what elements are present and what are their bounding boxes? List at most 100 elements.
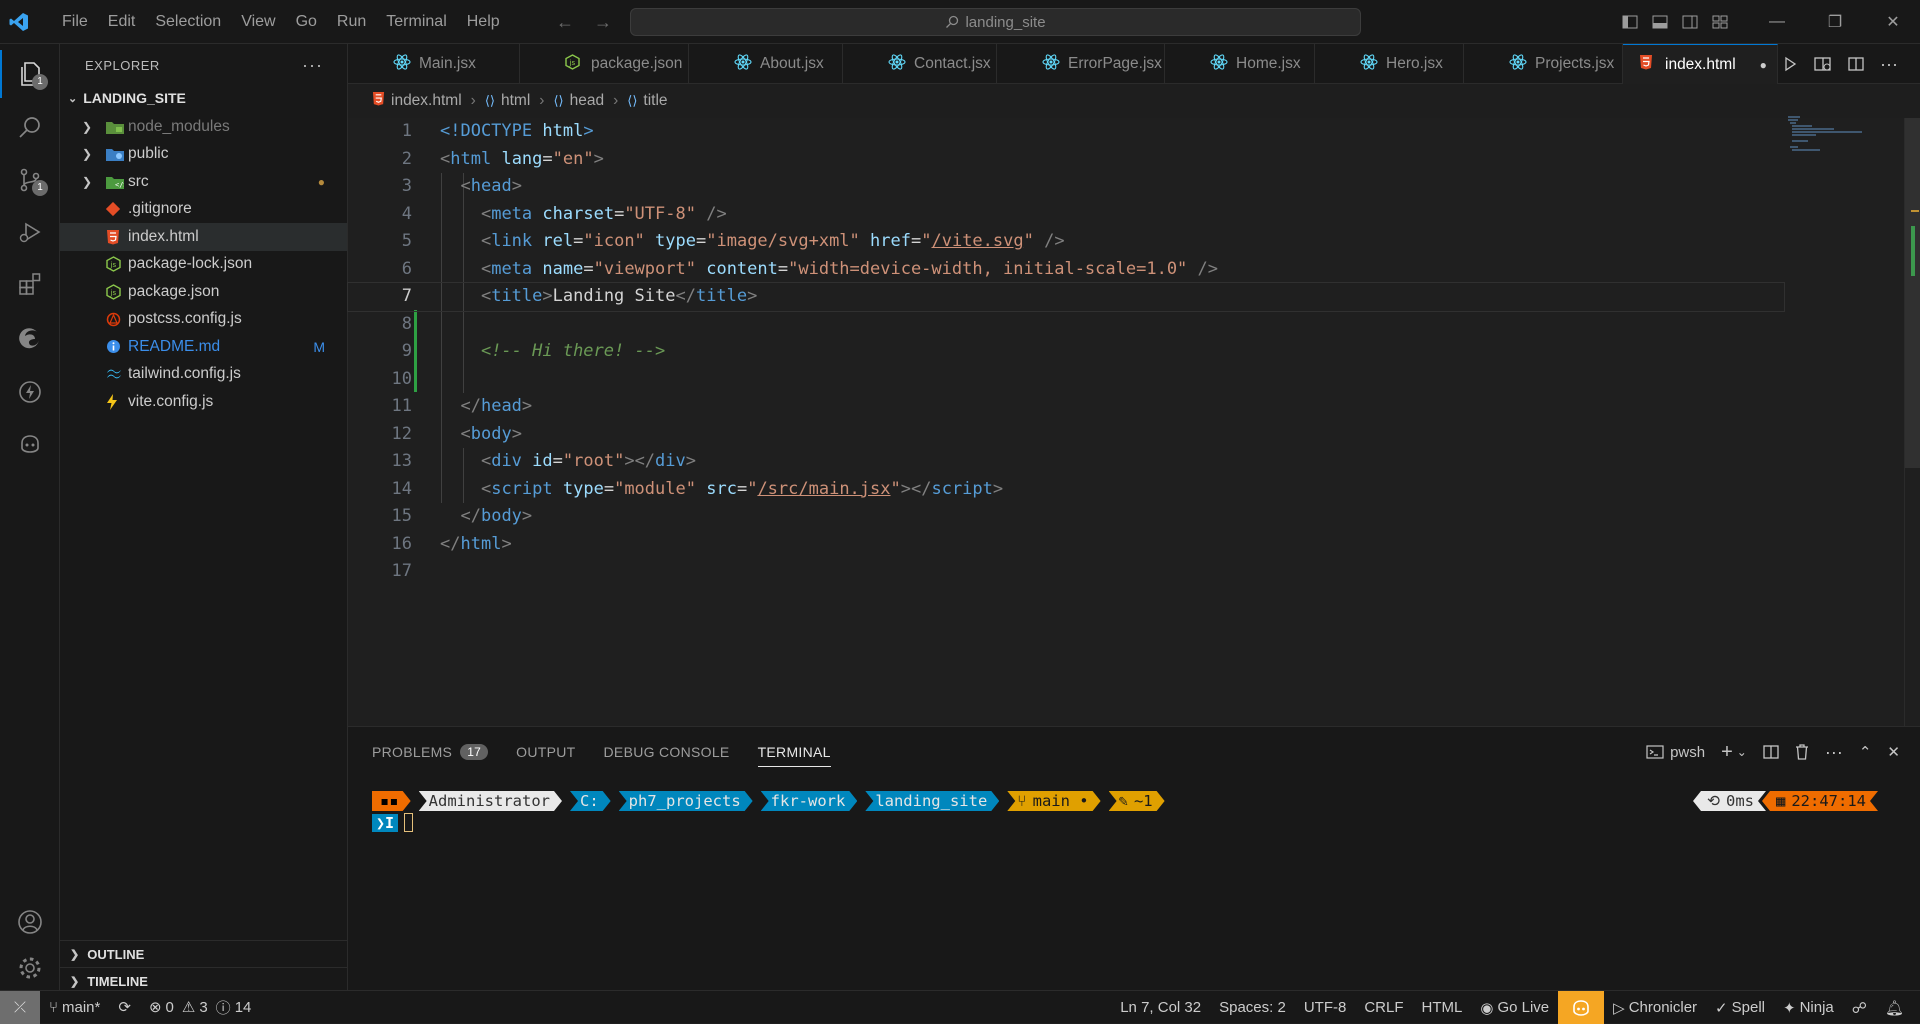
minimap[interactable] xyxy=(1786,114,1868,154)
feedback-icon[interactable]: ☍ xyxy=(1843,991,1876,1024)
unsaved-dot[interactable]: ● xyxy=(1760,58,1767,72)
tree-item-public[interactable]: ❯ public xyxy=(60,141,347,169)
minimize-icon[interactable]: — xyxy=(1748,13,1806,31)
close-panel-icon[interactable]: ✕ xyxy=(1887,743,1900,761)
tab-index-html[interactable]: index.html ● xyxy=(1623,44,1778,84)
tab-terminal[interactable]: TERMINAL xyxy=(757,727,831,777)
notifications-bell-icon[interactable]: 🔔︎ xyxy=(1876,991,1920,1024)
tab-hero-jsx[interactable]: Hero.jsx xyxy=(1315,44,1464,84)
menu-selection[interactable]: Selection xyxy=(145,0,231,44)
terminal-shell-selector[interactable]: pwsh xyxy=(1646,744,1705,761)
breadcrumb-head[interactable]: head xyxy=(570,92,604,110)
tree-item-gitignore[interactable]: .gitignore xyxy=(60,196,347,224)
menu-go[interactable]: Go xyxy=(286,0,327,44)
status-spell[interactable]: ✓ Spell xyxy=(1706,991,1774,1024)
extensions-activity-icon[interactable] xyxy=(0,260,60,308)
accounts-icon[interactable] xyxy=(0,898,60,946)
copilot-icon[interactable] xyxy=(1558,991,1605,1024)
run-debug-activity-icon[interactable] xyxy=(0,208,60,256)
toggle-secondary-sidebar-icon[interactable] xyxy=(1682,14,1698,30)
tab-package-json[interactable]: js package.json xyxy=(520,44,689,84)
tab-projects-jsx[interactable]: Projects.jsx xyxy=(1464,44,1623,84)
split-terminal-icon[interactable] xyxy=(1763,744,1779,760)
sync-icon[interactable]: ⟳ xyxy=(109,991,140,1024)
status-problems[interactable]: ⊗ 0 ⚠ 3 ⓘ 14 xyxy=(140,991,260,1024)
toggle-primary-sidebar-icon[interactable] xyxy=(1622,14,1638,30)
status-encoding[interactable]: UTF-8 xyxy=(1295,991,1356,1024)
restore-icon[interactable]: ❐ xyxy=(1806,12,1864,32)
tab-contact-jsx[interactable]: Contact.jsx xyxy=(843,44,997,84)
edge-devtools-activity-icon[interactable] xyxy=(0,314,60,362)
tab-home-jsx[interactable]: Home.jsx xyxy=(1165,44,1315,84)
run-icon[interactable] xyxy=(1782,56,1798,72)
close-window-icon[interactable]: ✕ xyxy=(1864,12,1920,32)
scroll-thumb[interactable] xyxy=(1905,118,1920,468)
tab-debug-console[interactable]: DEBUG CONSOLE xyxy=(604,727,730,777)
remote-indicator-icon[interactable]: ⤫ xyxy=(0,990,40,1024)
breadcrumb-html[interactable]: html xyxy=(501,92,530,110)
tree-item-readme[interactable]: README.md M xyxy=(60,333,347,361)
tab-about-jsx[interactable]: About.jsx xyxy=(689,44,843,84)
tree-item-tailwind-config[interactable]: tailwind.config.js xyxy=(60,361,347,389)
thunder-client-activity-icon[interactable] xyxy=(0,368,60,416)
menu-run[interactable]: Run xyxy=(327,0,376,44)
status-indentation[interactable]: Spaces: 2 xyxy=(1210,991,1295,1024)
tab-problems[interactable]: PROBLEMS 17 xyxy=(372,727,489,777)
manage-gear-icon[interactable] xyxy=(0,944,60,992)
tree-item-vite-config[interactable]: vite.config.js xyxy=(60,388,347,416)
status-eol[interactable]: CRLF xyxy=(1355,991,1412,1024)
new-terminal-plus-icon[interactable]: + xyxy=(1721,741,1733,764)
tree-item-index-html[interactable]: index.html xyxy=(60,223,347,251)
toggle-panel-icon[interactable] xyxy=(1652,14,1668,30)
status-cursor-position[interactable]: Ln 7, Col 32 xyxy=(1111,991,1210,1024)
copilot-chat-activity-icon[interactable] xyxy=(0,420,60,468)
trash-icon[interactable] xyxy=(1795,744,1809,760)
prompt-path-drive: C: xyxy=(570,791,611,811)
breadcrumb-file[interactable]: index.html xyxy=(391,92,462,110)
menu-edit[interactable]: Edit xyxy=(98,0,146,44)
tab-label: Projects.jsx xyxy=(1535,55,1615,72)
customize-layout-icon[interactable] xyxy=(1712,14,1728,30)
chevron-down-icon[interactable]: ⌄ xyxy=(1737,745,1747,759)
status-chronicler[interactable]: ▷ Chronicler xyxy=(1604,991,1706,1024)
status-language[interactable]: HTML xyxy=(1413,991,1472,1024)
menu-view[interactable]: View xyxy=(231,0,285,44)
status-go-live[interactable]: ◉ Go Live xyxy=(1471,991,1558,1024)
tab-main-jsx[interactable]: Main.jsx xyxy=(348,44,520,84)
more-actions-icon[interactable]: ··· xyxy=(1880,54,1898,75)
breadcrumb-title[interactable]: title xyxy=(643,92,667,110)
back-arrow-icon[interactable]: ← xyxy=(556,12,574,33)
split-editor-icon[interactable] xyxy=(1848,56,1864,72)
ninja-icon: ✦ xyxy=(1782,999,1796,1017)
status-branch-label: main* xyxy=(62,998,101,1016)
source-control-activity-icon[interactable]: 1 xyxy=(0,156,60,204)
more-actions-icon[interactable]: ··· xyxy=(302,55,323,76)
menu-help[interactable]: Help xyxy=(457,0,510,44)
tab-errorpage-jsx[interactable]: ErrorPage.jsx xyxy=(997,44,1165,84)
menu-terminal[interactable]: Terminal xyxy=(376,0,456,44)
tree-item-package-json[interactable]: js package.json xyxy=(60,278,347,306)
status-branch[interactable]: ⑂ main* xyxy=(40,991,109,1024)
react-icon xyxy=(1210,53,1228,75)
tree-item-src[interactable]: ❯ </> src ● xyxy=(60,168,347,196)
command-center-search[interactable]: landing_site xyxy=(630,8,1361,36)
more-actions-icon[interactable]: ··· xyxy=(1825,742,1843,763)
editor-scrollbar[interactable] xyxy=(1904,118,1920,726)
search-activity-icon[interactable] xyxy=(0,104,60,152)
tab-output[interactable]: OUTPUT xyxy=(516,727,575,777)
prompt-path-segment: ph7_projects xyxy=(619,791,753,811)
tree-item-postcss-config[interactable]: postcss.config.js xyxy=(60,306,347,334)
workspace-folder-label: LANDING_SITE xyxy=(83,90,186,106)
status-ninja[interactable]: ✦ Ninja xyxy=(1774,991,1843,1024)
tree-item-package-lock-json[interactable]: js package-lock.json xyxy=(60,251,347,279)
maximize-panel-chevron-up-icon[interactable]: ⌃ xyxy=(1859,743,1872,761)
explorer-activity-icon[interactable]: 1 xyxy=(0,50,60,98)
terminal-input-line[interactable]: ❯I xyxy=(372,813,414,832)
outline-section[interactable]: ❯ OUTLINE xyxy=(60,940,348,967)
open-preview-icon[interactable] xyxy=(1814,56,1832,72)
code-editor[interactable]: 1 <!DOCTYPE html> 2 <html lang="en"> 3 <he… xyxy=(347,118,1904,726)
forward-arrow-icon[interactable]: → xyxy=(594,12,612,33)
workspace-folder[interactable]: ⌄ LANDING_SITE xyxy=(60,86,347,110)
menu-file[interactable]: File xyxy=(52,0,98,44)
tree-item-node-modules[interactable]: ❯ node_modules xyxy=(60,113,347,141)
